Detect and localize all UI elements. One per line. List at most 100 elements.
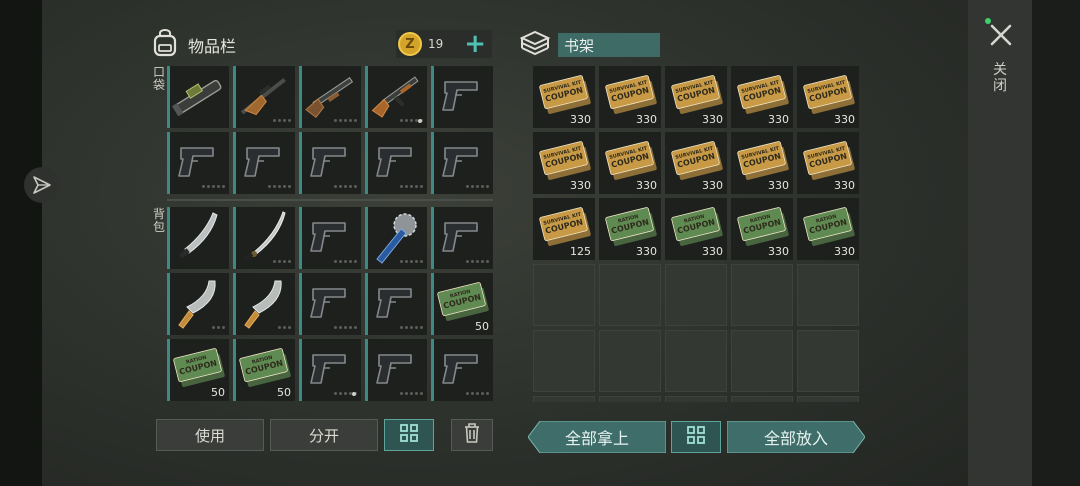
item-slot[interactable]: SURVIVAL KIT COUPON 330 [599,132,661,194]
durability-dots [466,260,489,263]
item-slot[interactable]: SURVIVAL KIT COUPON 330 [731,66,793,128]
item-slot[interactable]: RATION COUPON 330 [599,198,661,260]
item-slot[interactable]: SURVIVAL KIT COUPON 125 [533,198,595,260]
durability-dots [278,326,291,329]
durability-dots [268,185,291,188]
empty-slot[interactable] [533,330,595,392]
shelf-header [518,28,552,62]
section-divider [167,199,493,201]
item-slot[interactable] [233,273,295,335]
close-icon[interactable] [986,20,1016,50]
use-button[interactable]: 使用 [156,419,264,451]
empty-slot[interactable] [533,396,595,402]
empty-slot[interactable] [533,264,595,326]
item-slot[interactable] [233,207,295,269]
item-slot[interactable] [299,207,361,269]
item-slot[interactable]: SURVIVAL KIT COUPON 330 [533,132,595,194]
shelf-grid: SURVIVAL KIT COUPON 330 SURVIVAL KIT COUPON 3… [533,66,859,402]
sort-shelf-button[interactable] [671,421,721,453]
item-slot[interactable] [365,66,427,128]
empty-slot[interactable] [731,330,793,392]
item-slot[interactable]: RATION COUPON 330 [797,198,859,260]
item-slot[interactable] [365,207,427,269]
split-button[interactable]: 分开 [270,419,378,451]
item-count: 330 [834,113,855,126]
empty-slot[interactable] [599,330,661,392]
item-slot[interactable] [233,132,295,194]
durability-dots [202,185,225,188]
empty-slot[interactable] [797,264,859,326]
item-slot[interactable]: SURVIVAL KIT COUPON 330 [731,132,793,194]
item-slot[interactable] [167,273,229,335]
item-slot[interactable] [299,66,361,128]
inventory-header: 物品栏 [150,28,236,62]
item-slot[interactable] [299,339,361,401]
item-slot[interactable]: RATION COUPON 50 [233,339,295,401]
empty-slot[interactable] [665,396,727,402]
item-slot[interactable] [299,132,361,194]
item-slot[interactable]: RATION COUPON 50 [167,339,229,401]
shelf-name-field[interactable]: 书架 [558,33,660,57]
durability-dots [466,185,489,188]
item-slot[interactable] [431,207,493,269]
coin-amount: 19 [428,37,444,51]
item-count: 50 [277,386,291,399]
item-slot[interactable] [233,66,295,128]
durability-dots [400,260,423,263]
marker-dot [418,119,422,123]
take-all-button[interactable]: 全部拿上 [528,421,666,453]
durability-dots [273,260,291,263]
item-slot[interactable]: RATION COUPON 330 [731,198,793,260]
item-count: 330 [636,113,657,126]
item-count: 330 [702,245,723,258]
marker-dot [352,392,356,396]
item-slot[interactable] [365,339,427,401]
item-slot[interactable] [167,66,229,128]
delete-button[interactable] [451,419,493,451]
empty-slot[interactable] [731,396,793,402]
item-count: 330 [834,179,855,192]
empty-slot[interactable] [599,396,661,402]
put-all-button[interactable]: 全部放入 [727,421,865,453]
empty-slot[interactable] [665,264,727,326]
grid-icon [399,423,419,447]
item-slot[interactable]: RATION COUPON 50 [431,273,493,335]
empty-slot[interactable] [599,264,661,326]
item-count: 330 [702,179,723,192]
close-label[interactable]: 关闭 [992,62,1008,94]
item-slot[interactable] [431,132,493,194]
durability-dots [466,392,489,395]
books-icon [518,28,552,62]
item-slot[interactable]: SURVIVAL KIT COUPON 330 [797,66,859,128]
item-slot[interactable]: SURVIVAL KIT COUPON 330 [665,132,727,194]
item-count: 330 [834,245,855,258]
empty-slot[interactable] [797,396,859,402]
item-slot[interactable]: SURVIVAL KIT COUPON 330 [665,66,727,128]
item-count: 330 [570,113,591,126]
item-slot[interactable] [167,207,229,269]
empty-slot[interactable] [665,330,727,392]
item-slot[interactable] [431,339,493,401]
item-slot[interactable] [167,132,229,194]
empty-slot[interactable] [797,330,859,392]
item-slot[interactable] [299,273,361,335]
durability-dots [334,185,357,188]
item-slot[interactable]: RATION COUPON 330 [665,198,727,260]
add-currency-button[interactable]: + [464,31,486,57]
durability-dots [334,119,357,122]
durability-dots [334,326,357,329]
item-slot[interactable]: SURVIVAL KIT COUPON 330 [797,132,859,194]
item-count: 50 [211,386,225,399]
empty-slot[interactable] [731,264,793,326]
item-slot[interactable]: SURVIVAL KIT COUPON 330 [533,66,595,128]
sort-inventory-button[interactable] [384,419,434,451]
item-slot[interactable] [365,132,427,194]
trash-icon [462,422,482,448]
durability-dots [212,326,225,329]
backpack-label: 背包 [152,207,165,234]
item-slot[interactable] [365,273,427,335]
currency-display: Z 19 + [396,30,492,58]
send-icon[interactable] [24,167,60,203]
item-slot[interactable]: SURVIVAL KIT COUPON 330 [599,66,661,128]
item-slot[interactable] [431,66,493,128]
